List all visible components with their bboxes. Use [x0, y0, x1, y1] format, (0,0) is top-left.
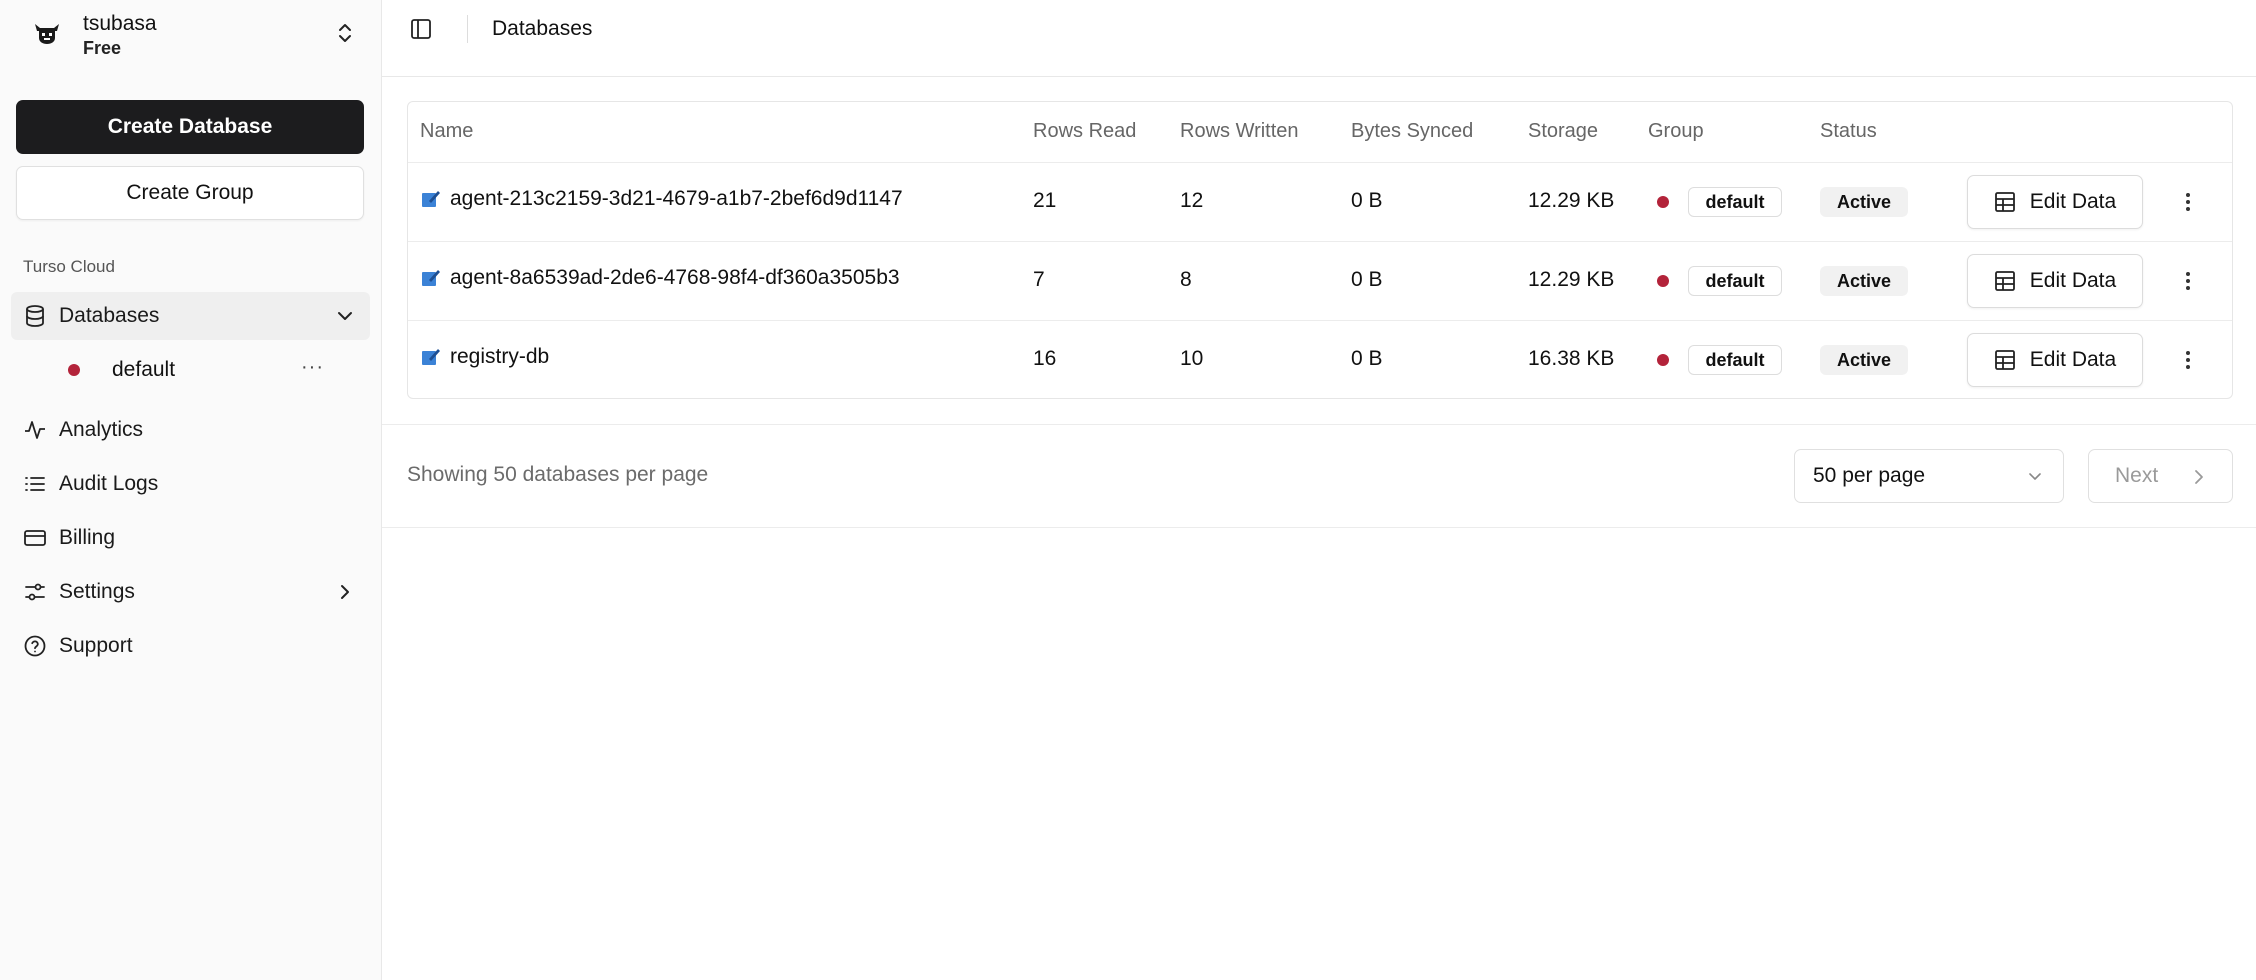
- sidebar-item-settings[interactable]: Settings: [11, 568, 370, 616]
- per-page-select[interactable]: 50 per page: [1794, 449, 2064, 503]
- list-icon: [23, 472, 47, 496]
- sidebar-item-label: Support: [59, 634, 133, 657]
- activity-icon: [23, 418, 47, 442]
- chevron-up-down-icon[interactable]: [334, 20, 356, 46]
- more-horizontal-icon[interactable]: ···: [301, 356, 324, 379]
- database-name[interactable]: agent-8a6539ad-2de6-4768-98f4-df360a3505…: [450, 266, 900, 290]
- help-circle-icon: [23, 634, 47, 658]
- edit-data-button[interactable]: Edit Data: [1967, 254, 2143, 308]
- bytes-synced: 0 B: [1351, 268, 1383, 291]
- account-switcher[interactable]: tsubasa Free: [30, 8, 360, 58]
- table-icon: [1994, 349, 2016, 371]
- account-plan: Free: [83, 38, 122, 58]
- group-badge: default: [1688, 187, 1782, 217]
- turso-logo-icon: [35, 24, 59, 44]
- sidebar-group-default[interactable]: default ···: [56, 346, 332, 394]
- storage: 12.29 KB: [1528, 189, 1615, 212]
- column-header-storage: Storage: [1528, 120, 1599, 142]
- storage: 16.38 KB: [1528, 347, 1615, 370]
- pagination-summary: Showing 50 databases per page: [407, 463, 709, 486]
- database-file-icon: [422, 270, 440, 286]
- rows-read: 21: [1033, 189, 1057, 212]
- database-icon: [23, 304, 47, 328]
- section-label: Turso Cloud: [23, 257, 115, 276]
- group-dot-icon: [1657, 275, 1669, 287]
- sidebar-item-label: Billing: [59, 526, 116, 549]
- sidebar: tsubasa Free Create Database Create Grou…: [0, 0, 382, 980]
- sidebar-item-audit-logs[interactable]: Audit Logs: [11, 460, 370, 508]
- more-vertical-icon[interactable]: [2178, 266, 2198, 296]
- database-name[interactable]: registry-db: [450, 345, 549, 369]
- sidebar-group-label: default: [112, 358, 176, 381]
- column-header-group: Group: [1648, 120, 1704, 142]
- rows-read: 7: [1033, 268, 1045, 291]
- chevron-down-icon: [2029, 473, 2041, 480]
- databases-table: Name Rows Read Rows Written Bytes Synced…: [407, 101, 2233, 399]
- edit-data-label: Edit Data: [2029, 269, 2117, 292]
- sidebar-item-label: Settings: [59, 580, 135, 603]
- edit-data-button[interactable]: Edit Data: [1967, 175, 2143, 229]
- edit-data-label: Edit Data: [2029, 348, 2117, 371]
- per-page-value: 50 per page: [1813, 464, 1926, 487]
- chevron-down-icon: [338, 312, 352, 320]
- sidebar-item-analytics[interactable]: Analytics: [11, 406, 370, 454]
- sidebar-toggle-icon[interactable]: [409, 17, 433, 41]
- edit-data-button[interactable]: Edit Data: [1967, 333, 2143, 387]
- sidebar-item-billing[interactable]: Billing: [11, 514, 370, 562]
- bytes-synced: 0 B: [1351, 189, 1383, 212]
- next-page-button[interactable]: Next: [2088, 449, 2233, 503]
- chevron-right-icon: [341, 585, 349, 599]
- more-vertical-icon[interactable]: [2178, 187, 2198, 217]
- more-vertical-icon[interactable]: [2178, 345, 2198, 375]
- sidebar-item-support[interactable]: Support: [11, 622, 370, 670]
- rows-read: 16: [1033, 347, 1057, 370]
- sidebar-item-label: Databases: [59, 304, 160, 327]
- rows-written: 10: [1180, 347, 1204, 370]
- bytes-synced: 0 B: [1351, 347, 1383, 370]
- database-file-icon: [422, 191, 440, 207]
- rows-written: 8: [1180, 268, 1192, 291]
- header-divider: [467, 15, 468, 43]
- group-dot-icon: [1657, 354, 1669, 366]
- group-dot-icon: [68, 364, 80, 376]
- edit-data-label: Edit Data: [2029, 190, 2117, 213]
- sidebar-item-databases[interactable]: Databases: [11, 292, 370, 340]
- rows-written: 12: [1180, 189, 1204, 212]
- group-badge: default: [1688, 266, 1782, 296]
- status-badge: Active: [1820, 345, 1908, 375]
- sidebar-item-label: Analytics: [59, 418, 144, 441]
- account-name: tsubasa: [83, 12, 157, 35]
- table-row[interactable]: agent-8a6539ad-2de6-4768-98f4-df360a3505…: [408, 241, 2232, 319]
- pagination-divider-bottom: [382, 527, 2256, 528]
- breadcrumb: Databases: [492, 17, 593, 40]
- database-file-icon: [422, 349, 440, 365]
- column-header-rows-written: Rows Written: [1180, 120, 1299, 142]
- header: Databases: [382, 0, 2256, 77]
- column-header-status: Status: [1820, 120, 1877, 142]
- pagination-divider-top: [382, 424, 2256, 425]
- next-label: Next: [2115, 464, 2159, 487]
- status-badge: Active: [1820, 266, 1908, 296]
- table-icon: [1994, 270, 2016, 292]
- table-row[interactable]: registry-db 16 10 0 B 16.38 KB default A…: [408, 320, 2232, 398]
- create-database-button[interactable]: Create Database: [16, 100, 364, 154]
- group-dot-icon: [1657, 196, 1669, 208]
- table-row[interactable]: agent-213c2159-3d21-4679-a1b7-2bef6d9d11…: [408, 162, 2232, 240]
- credit-card-icon: [23, 526, 47, 550]
- database-name[interactable]: agent-213c2159-3d21-4679-a1b7-2bef6d9d11…: [450, 187, 903, 211]
- table-icon: [1994, 191, 2016, 213]
- group-badge: default: [1688, 345, 1782, 375]
- column-header-rows-read: Rows Read: [1033, 120, 1137, 142]
- column-header-name: Name: [420, 120, 474, 142]
- chevron-right-icon: [2195, 470, 2203, 484]
- create-group-button[interactable]: Create Group: [16, 166, 364, 220]
- sidebar-item-label: Audit Logs: [59, 472, 159, 495]
- storage: 12.29 KB: [1528, 268, 1615, 291]
- column-header-bytes-synced: Bytes Synced: [1351, 120, 1474, 142]
- status-badge: Active: [1820, 187, 1908, 217]
- sliders-icon: [23, 580, 47, 604]
